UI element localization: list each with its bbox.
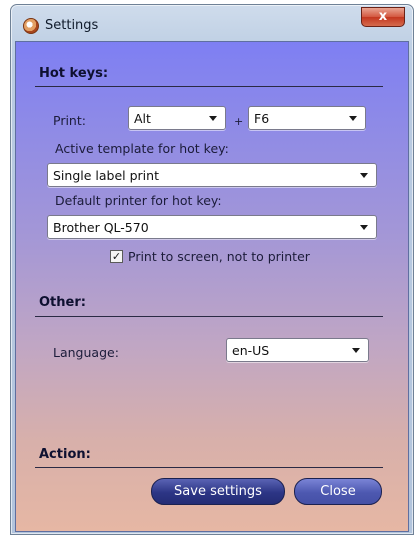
settings-panel: Hot keys: Print: Alt + F6 Active templat… xyxy=(15,41,409,532)
chevron-down-icon xyxy=(360,173,368,178)
settings-window: Settings x Hot keys: Print: Alt + F6 Act… xyxy=(10,4,414,535)
modifier-select[interactable]: Alt xyxy=(128,106,226,130)
language-select[interactable]: en-US xyxy=(226,338,369,362)
template-label: Active template for hot key: xyxy=(55,141,229,156)
printer-select-value: Brother QL-570 xyxy=(53,220,149,235)
template-select-value: Single label print xyxy=(53,168,159,183)
printer-select[interactable]: Brother QL-570 xyxy=(47,215,377,239)
print-to-screen-checkbox[interactable]: ✓ xyxy=(110,250,123,263)
close-button[interactable]: Close xyxy=(294,478,382,505)
hotkeys-section-title: Hot keys: xyxy=(39,66,109,81)
hotkeys-divider xyxy=(35,86,383,87)
chevron-down-icon xyxy=(352,348,360,353)
window-title: Settings xyxy=(45,18,99,33)
plus-sign: + xyxy=(234,115,244,128)
key-select[interactable]: F6 xyxy=(248,106,366,130)
save-settings-button[interactable]: Save settings xyxy=(151,478,285,505)
title-bar[interactable]: Settings x xyxy=(11,5,413,45)
language-label: Language: xyxy=(53,345,119,360)
other-section-title: Other: xyxy=(39,295,86,310)
chevron-down-icon xyxy=(349,116,357,121)
action-divider xyxy=(35,467,383,468)
language-select-value: en-US xyxy=(232,343,270,358)
app-icon xyxy=(23,18,39,34)
printer-label: Default printer for hot key: xyxy=(55,193,222,208)
close-window-button[interactable]: x xyxy=(361,7,405,27)
template-select[interactable]: Single label print xyxy=(47,163,377,187)
modifier-select-value: Alt xyxy=(134,111,151,126)
print-hotkey-label: Print: xyxy=(53,113,86,128)
print-to-screen-label[interactable]: Print to screen, not to printer xyxy=(128,249,310,264)
chevron-down-icon xyxy=(360,225,368,230)
key-select-value: F6 xyxy=(254,111,270,126)
chevron-down-icon xyxy=(209,116,217,121)
action-section-title: Action: xyxy=(39,447,91,462)
other-divider xyxy=(35,316,383,317)
